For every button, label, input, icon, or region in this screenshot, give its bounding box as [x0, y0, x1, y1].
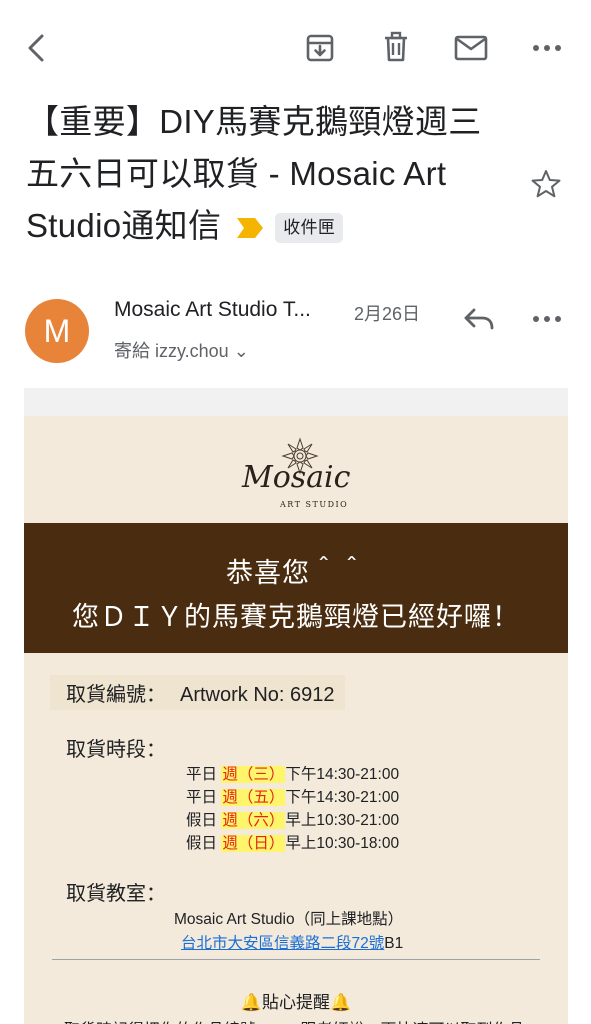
- schedule-time: 下午14:30-21:00: [285, 766, 400, 783]
- email-content: Mosaic ART STUDIO 恭喜您＾＾ 您ＤＩＹ的馬賽克鵝頸燈已經好囉！…: [24, 388, 568, 1024]
- reminder-title: 🔔貼心提醒🔔: [240, 993, 352, 1012]
- schedule-day: 週（六）: [221, 812, 286, 829]
- email-top-band: [24, 388, 568, 416]
- inbox-label[interactable]: 收件匣: [275, 213, 344, 244]
- schedule-day: 週（五）: [221, 789, 286, 806]
- email-date: 2月26日: [354, 304, 421, 324]
- reply-icon[interactable]: [462, 306, 496, 332]
- schedule-prefix: 假日: [186, 835, 222, 852]
- studio-logo: Mosaic ART STUDIO: [230, 436, 370, 516]
- mail-icon[interactable]: [454, 34, 488, 62]
- banner-line-1: 恭喜您＾＾: [226, 558, 366, 588]
- studio-name: Mosaic Art Studio（同上課地點）: [174, 911, 404, 928]
- email-subject: 【重要】DIY馬賽克鵝頸燈週三五六日可以取貨 - Mosaic Art Stud…: [26, 96, 506, 252]
- schedule-day: 週（三）: [221, 766, 286, 783]
- archive-icon[interactable]: [304, 32, 336, 64]
- schedule-row: 假日 週（日）早上10:30-18:00: [186, 831, 399, 853]
- logo-subtext: ART STUDIO: [280, 500, 349, 509]
- artwork-value: Artwork No: 6912: [180, 684, 335, 706]
- schedule-time: 早上10:30-18:00: [285, 835, 400, 852]
- trash-icon[interactable]: [380, 30, 412, 64]
- avatar[interactable]: M: [25, 299, 89, 363]
- schedule-row: 假日 週（六）早上10:30-21:00: [186, 808, 399, 830]
- divider: [52, 959, 540, 960]
- sender-name[interactable]: Mosaic Art Studio T...: [114, 298, 311, 322]
- pickup-location-title: 取貨教室：: [66, 883, 166, 905]
- more-options-icon[interactable]: [532, 313, 562, 325]
- address-line: 台北市大安區信義路二段72號B1: [181, 931, 403, 953]
- star-icon[interactable]: [530, 168, 562, 200]
- schedule-prefix: 平日: [186, 766, 222, 783]
- congrats-banner: 恭喜您＾＾ 您ＤＩＹ的馬賽克鵝頸燈已經好囉！: [24, 523, 568, 653]
- schedule-prefix: 假日: [186, 812, 222, 829]
- artwork-label: 取貨編號：: [66, 684, 166, 706]
- schedule-time: 下午14:30-21:00: [285, 789, 400, 806]
- logo-text: Mosaic: [242, 460, 351, 495]
- more-icon[interactable]: [532, 42, 562, 54]
- artwork-number-row: 取貨編號： Artwork No: 6912: [50, 675, 345, 710]
- schedule-day: 週（日）: [221, 835, 286, 852]
- important-marker-icon[interactable]: [235, 216, 265, 240]
- address-link[interactable]: 台北市大安區信義路二段72號: [181, 935, 384, 952]
- back-arrow-icon[interactable]: [22, 32, 50, 64]
- banner-line-2: 您ＤＩＹ的馬賽克鵝頸燈已經好囉！: [72, 602, 520, 632]
- schedule-row: 平日 週（三）下午14:30-21:00: [186, 762, 399, 784]
- schedule-prefix: 平日: [186, 789, 222, 806]
- schedule-row: 平日 週（五）下午14:30-21:00: [186, 785, 399, 807]
- pickup-time-title: 取貨時段：: [66, 739, 166, 761]
- address-suffix: B1: [384, 935, 404, 952]
- schedule-time: 早上10:30-21:00: [285, 812, 400, 829]
- reminder-text: 取貨時記得把你的作品編號 6912 跟老師說，更快速可以取到作品: [64, 1016, 525, 1024]
- recipient-details[interactable]: 寄給 izzy.chou ⌄: [114, 337, 249, 363]
